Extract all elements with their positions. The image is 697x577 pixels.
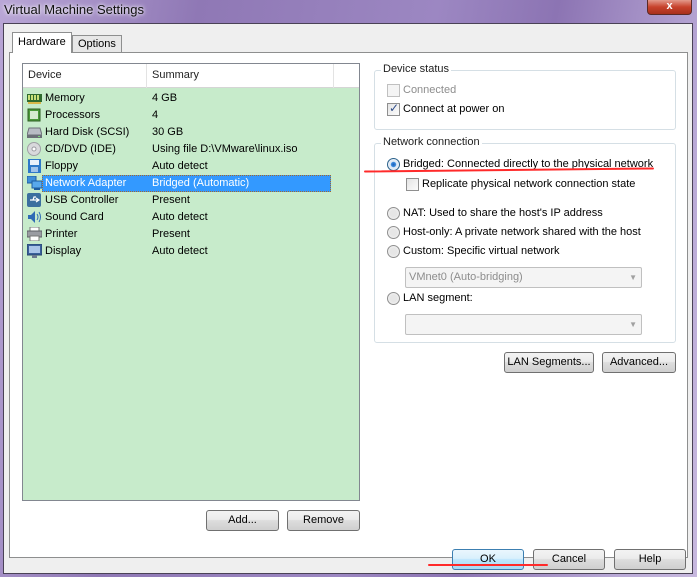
- device-summary: Present: [152, 228, 190, 240]
- cd-dvd-icon: [27, 142, 42, 156]
- close-button[interactable]: x: [647, 0, 692, 15]
- title-bar: Virtual Machine Settings x: [0, 0, 697, 23]
- custom-network-select[interactable]: VMnet0 (Auto-bridging) ▼: [405, 267, 642, 288]
- lan-segment-select[interactable]: ▼: [405, 314, 642, 335]
- hardware-tab-panel: Device Summary Memory 4 GB Processors 4 …: [9, 52, 688, 558]
- device-row-hard-disk[interactable]: Hard Disk (SCSI) 30 GB: [26, 124, 331, 141]
- device-summary: Auto detect: [152, 211, 208, 223]
- column-separator[interactable]: [333, 64, 334, 88]
- device-name: Hard Disk (SCSI): [45, 126, 130, 138]
- network-connection-group: Network connection Bridged: Connected di…: [374, 136, 676, 343]
- device-name: Display: [45, 245, 82, 257]
- tab-hardware[interactable]: Hardware: [12, 32, 72, 53]
- help-button[interactable]: Help: [614, 549, 686, 570]
- connect-at-power-on-checkbox[interactable]: ✓: [387, 101, 400, 116]
- device-row-processors[interactable]: Processors 4: [27, 107, 331, 124]
- annotation-underline-ok: [428, 564, 548, 566]
- remove-device-button[interactable]: Remove: [287, 510, 360, 531]
- device-name: Floppy: [45, 160, 79, 172]
- host-only-label: Host-only: A private network shared with…: [403, 226, 641, 238]
- column-separator[interactable]: [146, 64, 147, 88]
- nat-label: NAT: Used to share the host's IP address: [403, 207, 603, 219]
- device-name: Processors: [45, 109, 101, 121]
- memory-icon: [27, 91, 42, 105]
- device-summary: Present: [152, 194, 190, 206]
- device-name: CD/DVD (IDE): [45, 143, 116, 155]
- device-list[interactable]: Device Summary Memory 4 GB Processors 4 …: [22, 63, 360, 501]
- device-status-title: Device status: [381, 63, 452, 75]
- advanced-button[interactable]: Advanced...: [602, 352, 676, 373]
- sound-card-icon: [27, 210, 42, 224]
- custom-label: Custom: Specific virtual network: [403, 245, 560, 257]
- lan-segment-radio[interactable]: [387, 292, 400, 305]
- nat-radio[interactable]: [387, 207, 400, 220]
- printer-icon: [26, 226, 43, 242]
- custom-network-value: VMnet0 (Auto-bridging): [409, 271, 523, 283]
- usb-icon: [27, 193, 42, 207]
- device-summary: 4 GB: [152, 92, 178, 104]
- tab-options[interactable]: Options: [72, 35, 122, 52]
- dropdown-arrow-icon: ▼: [629, 320, 637, 329]
- device-name: Network Adapter: [45, 177, 127, 189]
- replicate-state-checkbox[interactable]: [406, 178, 419, 191]
- bridged-radio[interactable]: [387, 158, 400, 171]
- device-summary: Using file D:\VMware\linux.iso: [152, 143, 298, 155]
- device-row-usb-controller[interactable]: USB Controller Present: [27, 192, 331, 209]
- device-list-header: Device Summary: [23, 64, 359, 88]
- dropdown-arrow-icon: ▼: [629, 273, 637, 282]
- dialog-client-area: Hardware Options Device Summary Memory 4…: [3, 23, 693, 574]
- device-row-sound-card[interactable]: Sound Card Auto detect: [27, 209, 331, 226]
- device-row-network-adapter[interactable]: Network Adapter Bridged (Automatic): [26, 175, 331, 192]
- device-summary: Auto detect: [152, 245, 208, 257]
- device-name: USB Controller: [45, 194, 119, 206]
- network-adapter-icon: [26, 175, 43, 190]
- network-connection-title: Network connection: [381, 136, 482, 148]
- display-icon: [26, 243, 43, 258]
- device-summary: Auto detect: [152, 160, 208, 172]
- lan-segments-button[interactable]: LAN Segments...: [504, 352, 594, 373]
- connect-at-power-on-label: Connect at power on: [403, 103, 505, 115]
- column-header-device[interactable]: Device: [28, 69, 62, 81]
- connected-label: Connected: [403, 84, 457, 96]
- lan-segment-label: LAN segment:: [403, 292, 473, 304]
- device-row-floppy[interactable]: Floppy Auto detect: [27, 158, 331, 175]
- add-device-button[interactable]: Add...: [206, 510, 279, 531]
- column-header-summary[interactable]: Summary: [152, 69, 199, 81]
- connected-checkbox[interactable]: [387, 84, 400, 97]
- device-row-display[interactable]: Display Auto detect: [26, 243, 331, 260]
- device-summary: 30 GB: [152, 126, 184, 138]
- custom-radio[interactable]: [387, 245, 400, 258]
- hard-disk-icon: [26, 125, 43, 139]
- processor-icon: [27, 108, 42, 122]
- floppy-icon: [27, 159, 42, 173]
- checkmark-icon: ✓: [389, 101, 400, 115]
- device-name: Printer: [45, 228, 78, 240]
- device-row-printer[interactable]: Printer Present: [26, 226, 331, 243]
- host-only-radio[interactable]: [387, 226, 400, 239]
- device-row-cd-dvd[interactable]: CD/DVD (IDE) Using file D:\VMware\linux.…: [27, 141, 331, 158]
- device-status-group: Device status Connected ✓ Connect at pow…: [374, 63, 676, 130]
- device-summary: Bridged (Automatic): [152, 177, 250, 189]
- device-name: Memory: [45, 92, 85, 104]
- device-row-memory[interactable]: Memory 4 GB: [27, 90, 331, 107]
- device-name: Sound Card: [45, 211, 104, 223]
- ok-button[interactable]: OK: [452, 549, 524, 570]
- close-x-icon: x: [666, 0, 673, 12]
- replicate-state-label: Replicate physical network connection st…: [422, 178, 636, 190]
- window-title: Virtual Machine Settings: [4, 2, 144, 17]
- cancel-button[interactable]: Cancel: [533, 549, 605, 570]
- device-summary: 4: [152, 109, 159, 121]
